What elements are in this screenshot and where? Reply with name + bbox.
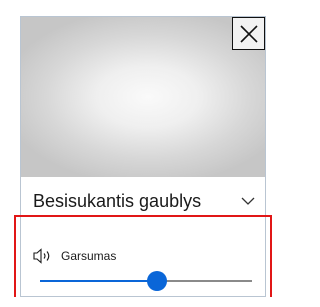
- chevron-down-icon: [241, 197, 255, 205]
- slider-thumb[interactable]: [146, 271, 167, 291]
- media-volume-flyout: Besisukantis gaublys Garsumas: [0, 0, 274, 307]
- volume-label: Garsumas: [61, 249, 117, 263]
- dropdown-selected-value: Besisukantis gaublys: [33, 190, 202, 211]
- screensaver-preview: [21, 17, 265, 177]
- volume-header: Garsumas: [33, 248, 116, 264]
- volume-slider[interactable]: [40, 271, 252, 291]
- close-button[interactable]: [232, 17, 265, 50]
- volume-section: Garsumas: [14, 215, 272, 297]
- close-icon: [239, 24, 258, 43]
- slider-fill: [40, 280, 157, 282]
- flyout-panel: Besisukantis gaublys Garsumas: [14, 16, 272, 297]
- speaker-icon: [33, 248, 50, 264]
